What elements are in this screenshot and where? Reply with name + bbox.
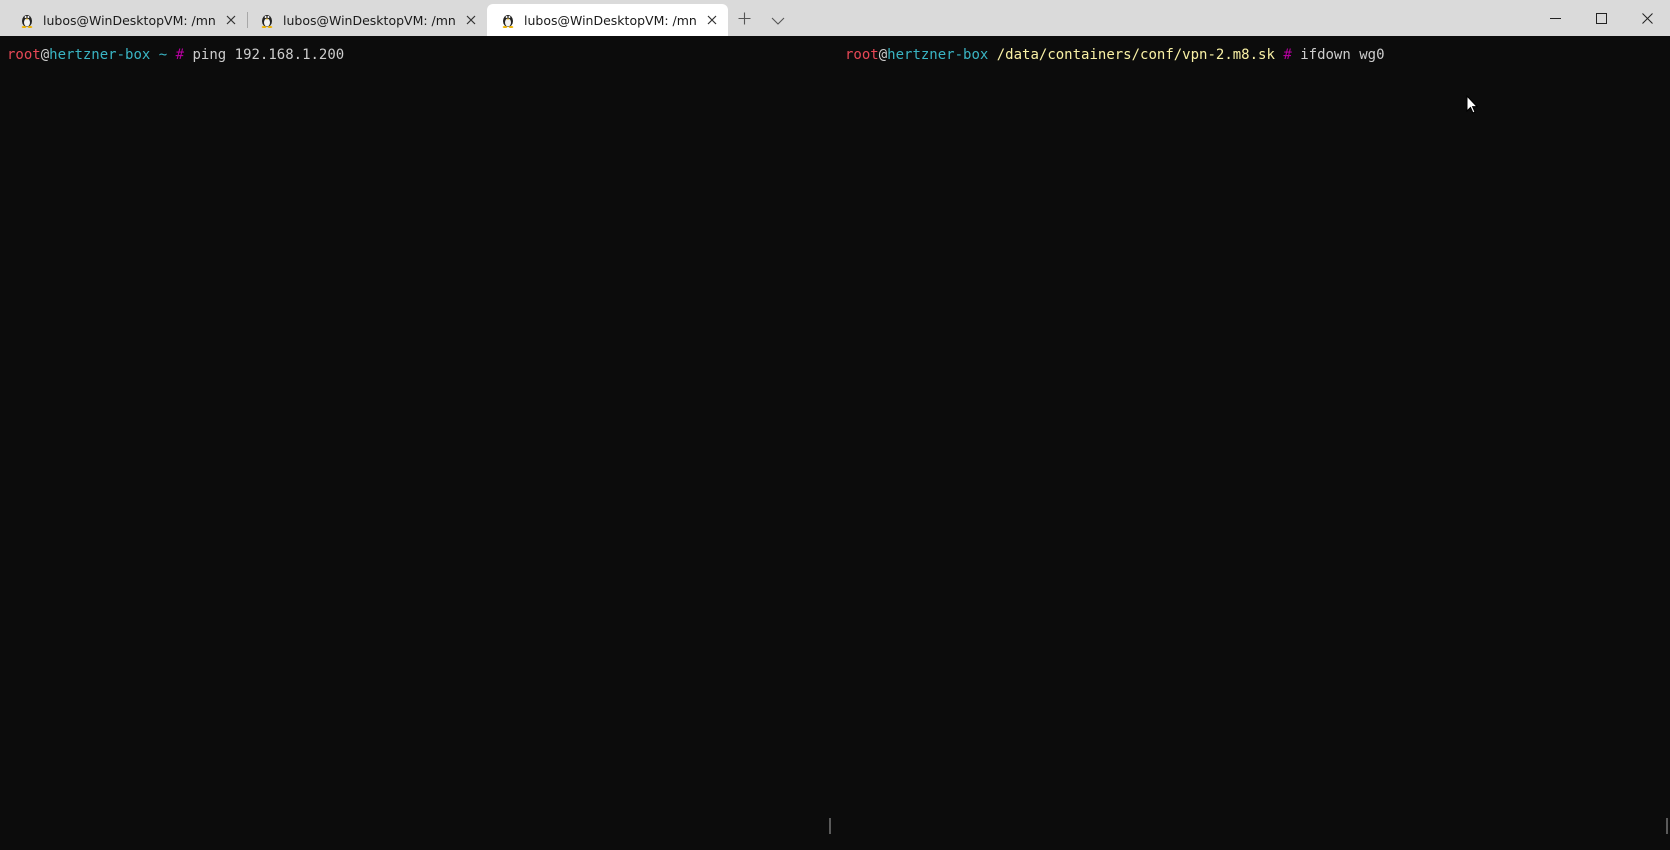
prompt-user: root [7, 47, 41, 63]
minimize-button[interactable] [1532, 0, 1578, 36]
plus-icon [738, 10, 751, 29]
tab-title: lubos@WinDesktopVM: /mnt/c/ [43, 12, 215, 28]
prompt-path: ~ [158, 47, 168, 63]
tab-1[interactable]: lubos@WinDesktopVM: /mnt/c/ [0, 4, 240, 36]
prompt-hash: # [1283, 47, 1292, 63]
prompt-at: @ [40, 47, 50, 63]
minimize-icon [1549, 9, 1561, 28]
prompt-line: root@hertzner-box ~ # ping 192.168.1.200 [7, 46, 344, 64]
tab-2[interactable]: lubos@WinDesktopVM: /mnt/d, [240, 4, 480, 36]
maximize-icon [1595, 9, 1607, 28]
mouse-pointer-icon [1466, 94, 1479, 118]
prompt-hash: # [175, 47, 185, 63]
close-tab-icon[interactable] [463, 12, 479, 28]
prompt-path: /data/containers/conf/vpn-2.m8.sk [996, 47, 1275, 63]
tab-3-active[interactable]: lubos@WinDesktopVM: /mnt/c/ [487, 4, 728, 36]
command-text: ifdown wg0 [1300, 47, 1385, 63]
prompt-host: hertzner-box [49, 47, 151, 63]
prompt-host: hertzner-box [887, 47, 989, 63]
close-tab-icon[interactable] [223, 12, 239, 28]
prompt-at: @ [878, 47, 888, 63]
linux-tux-icon [500, 12, 516, 28]
scrollbar-thumb[interactable] [829, 818, 831, 834]
linux-tux-icon [259, 12, 275, 28]
tab-bar: lubos@WinDesktopVM: /mnt/c/ lubos@WinDes… [0, 0, 1670, 36]
prompt-line: root@hertzner-box /data/containers/conf/… [845, 46, 1385, 64]
new-tab-button[interactable] [728, 4, 760, 34]
tab-dropdown-button[interactable] [762, 4, 794, 34]
prompt-user: root [845, 47, 879, 63]
terminal-pane-left[interactable]: root@hertzner-box ~ # ping 192.168.1.200 [0, 36, 834, 850]
linux-tux-icon [19, 12, 35, 28]
tab-title: lubos@WinDesktopVM: /mnt/c/ [524, 12, 696, 28]
maximize-button[interactable] [1578, 0, 1624, 36]
command-text: ping 192.168.1.200 [192, 47, 345, 63]
scrollbar-thumb[interactable] [1666, 818, 1668, 834]
chevron-down-icon [771, 10, 785, 29]
close-tab-icon[interactable] [704, 12, 720, 28]
terminal-pane-right[interactable]: root@hertzner-box /data/containers/conf/… [834, 36, 1670, 850]
tab-title: lubos@WinDesktopVM: /mnt/d, [283, 12, 455, 28]
close-window-button[interactable] [1624, 0, 1670, 36]
close-icon [1641, 9, 1653, 28]
